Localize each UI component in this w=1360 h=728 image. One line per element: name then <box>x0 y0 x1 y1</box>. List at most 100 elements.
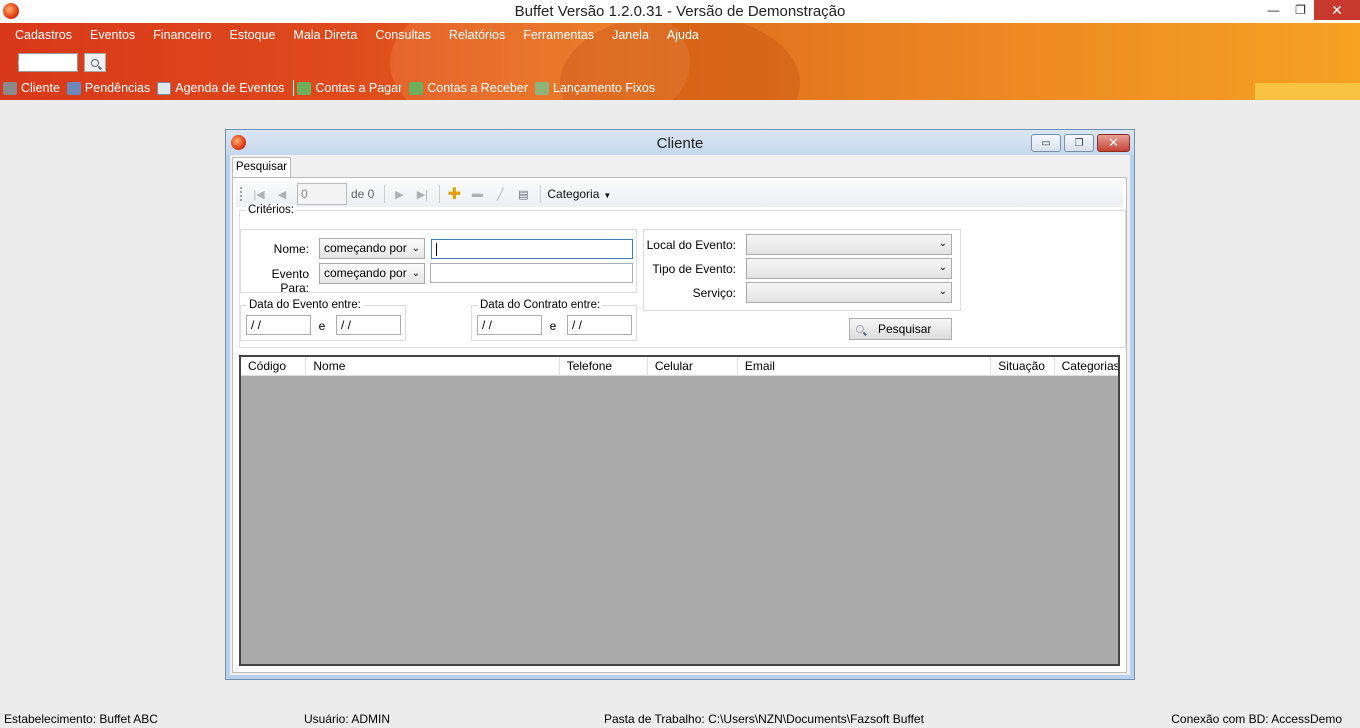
menu-mala-direta[interactable]: Mala Direta <box>284 27 366 43</box>
data-evento-end[interactable]: / / <box>336 315 401 335</box>
record-position-input[interactable]: 0 <box>297 183 347 205</box>
pesquisar-button[interactable]: Pesquisar <box>849 318 952 340</box>
child-minimize-button[interactable]: ▭ <box>1031 134 1061 152</box>
app-title: Buffet Versão 1.2.0.31 - Versão de Demon… <box>514 3 846 20</box>
cliente-window: Cliente ▭ ❐ ✕ Pesquisar |◀ ◀ 0 de 0 ▶ ▶|… <box>225 129 1135 680</box>
money-fixed-icon <box>535 81 549 95</box>
close-button[interactable]: ✕ <box>1314 0 1360 20</box>
column-email[interactable]: Email <box>738 357 992 376</box>
text-caret <box>436 243 437 257</box>
nome-input[interactable] <box>431 239 633 259</box>
data-evento-legend: Data do Evento entre: <box>247 299 363 311</box>
nome-label: Nome: <box>273 242 309 256</box>
cliente-window-titlebar[interactable]: Cliente ▭ ❐ ✕ <box>226 130 1134 155</box>
nome-mode-value: começando por <box>324 241 407 255</box>
status-usuario: Usuário: ADMIN <box>304 712 391 726</box>
cliente-window-title: Cliente <box>656 135 704 152</box>
quick-access-bar: Cliente Pendências Agenda de Eventos Con… <box>3 80 662 96</box>
app-titlebar: Buffet Versão 1.2.0.31 - Versão de Demon… <box>0 0 1360 23</box>
chevron-down-icon: ⌄ <box>411 243 420 254</box>
toolbar-grip[interactable] <box>239 186 243 202</box>
print-icon[interactable]: ▤ <box>513 184 533 204</box>
quick-agenda[interactable]: Agenda de Eventos <box>157 81 284 95</box>
menu-financeiro[interactable]: Financeiro <box>144 27 220 43</box>
people-check-icon <box>66 81 81 95</box>
status-estabelecimento: Estabelecimento: Buffet ABC <box>4 712 158 726</box>
evento-para-label: Evento Para: <box>271 267 309 295</box>
tipo-evento-select[interactable]: ⌄ <box>746 258 952 279</box>
tipo-evento-label: Tipo de Evento: <box>652 262 736 276</box>
child-close-button[interactable]: ✕ <box>1097 134 1130 152</box>
menu-consultas[interactable]: Consultas <box>366 27 440 43</box>
column-codigo[interactable]: Código <box>241 357 307 376</box>
status-conexao: Conexão com BD: AccessDemo <box>1171 712 1342 726</box>
local-evento-select[interactable]: ⌄ <box>746 234 952 255</box>
toolbar-separator <box>439 185 441 203</box>
cliente-quick-search: Cliente: <box>18 53 106 72</box>
pesquisar-button-label: Pesquisar <box>878 322 932 336</box>
quick-contas-pagar-label: Contas a Pagar <box>315 81 403 95</box>
first-record-icon[interactable]: |◀ <box>249 184 269 204</box>
column-celular[interactable]: Celular <box>648 357 738 376</box>
people-icon <box>3 81 17 95</box>
add-icon[interactable]: ✚ <box>444 184 464 204</box>
servico-select[interactable]: ⌄ <box>746 282 952 303</box>
chevron-down-icon: ⌄ <box>411 268 420 279</box>
column-categorias[interactable]: Categorias <box>1055 357 1118 376</box>
column-situacao[interactable]: Situação <box>991 357 1055 376</box>
chevron-down-icon: ⌄ <box>938 238 947 249</box>
quick-lancamento-fixos[interactable]: Lançamento Fixos <box>535 81 655 95</box>
results-grid[interactable]: Código Nome Telefone Celular Email Situa… <box>239 355 1120 666</box>
nome-mode-select[interactable]: começando por ⌄ <box>319 238 425 259</box>
toolbar-separator <box>384 185 386 203</box>
cliente-search-button[interactable] <box>84 53 106 72</box>
data-contrato-legend: Data do Contrato entre: <box>478 299 603 311</box>
edit-icon[interactable]: ╱ <box>490 184 510 204</box>
quick-cliente-label: Cliente <box>21 81 60 95</box>
column-telefone[interactable]: Telefone <box>560 357 648 376</box>
header-band: Cadastros Eventos Financeiro Estoque Mal… <box>0 23 1360 100</box>
delete-icon[interactable]: ▬ <box>467 184 487 204</box>
record-count: de 0 <box>351 187 375 201</box>
child-restore-button[interactable]: ❐ <box>1064 134 1094 152</box>
menu-ferramentas[interactable]: Ferramentas <box>514 27 603 43</box>
quick-pendencias[interactable]: Pendências <box>66 81 150 95</box>
next-record-icon[interactable]: ▶ <box>389 184 409 204</box>
quick-agenda-label: Agenda de Eventos <box>175 81 285 95</box>
menu-estoque[interactable]: Estoque <box>221 27 285 43</box>
criteria-legend: Critérios: <box>246 204 297 216</box>
menu-cadastros[interactable]: Cadastros <box>6 27 81 43</box>
chevron-down-icon: ▼ <box>603 191 612 200</box>
money-in-icon <box>409 81 424 95</box>
categoria-dropdown[interactable]: Categoria ▼ <box>547 187 611 201</box>
evento-para-input[interactable] <box>430 263 633 283</box>
data-evento-start[interactable]: / / <box>246 315 311 335</box>
restore-button[interactable]: ❐ <box>1287 0 1314 20</box>
last-record-icon[interactable]: ▶| <box>412 184 432 204</box>
column-nome[interactable]: Nome <box>306 357 560 376</box>
navigator-toolbar: |◀ ◀ 0 de 0 ▶ ▶| ✚ ▬ ╱ ▤ Categoria ▼ <box>236 181 1123 207</box>
servico-label: Serviço: <box>692 286 736 300</box>
chevron-down-icon: ⌄ <box>938 262 947 273</box>
data-contrato-start[interactable]: / / <box>477 315 542 335</box>
search-icon <box>856 325 864 333</box>
menu-bar: Cadastros Eventos Financeiro Estoque Mal… <box>6 27 708 43</box>
quick-contas-pagar[interactable]: Contas a Pagar <box>297 81 402 95</box>
status-pasta: Pasta de Trabalho: C:\Users\NZN\Document… <box>604 712 924 726</box>
evento-para-mode-value: começando por <box>324 266 407 280</box>
quick-cliente[interactable]: Cliente <box>3 81 60 95</box>
cliente-window-body: Pesquisar |◀ ◀ 0 de 0 ▶ ▶| ✚ ▬ ╱ ▤ Categ… <box>230 155 1130 675</box>
menu-relatorios[interactable]: Relatórios <box>440 27 514 43</box>
quick-contas-receber[interactable]: Contas a Receber <box>409 81 528 95</box>
menu-eventos[interactable]: Eventos <box>81 27 144 43</box>
menu-janela[interactable]: Janela <box>603 27 658 43</box>
data-contrato-end[interactable]: / / <box>567 315 632 335</box>
menu-ajuda[interactable]: Ajuda <box>658 27 708 43</box>
tab-pesquisar[interactable]: Pesquisar <box>232 157 291 178</box>
data-contrato-and: e <box>549 319 557 333</box>
tab-strip: Pesquisar <box>230 155 1130 178</box>
previous-record-icon[interactable]: ◀ <box>272 184 292 204</box>
minimize-button[interactable]: — <box>1260 0 1287 20</box>
evento-para-mode-select[interactable]: começando por ⌄ <box>319 263 425 284</box>
cliente-label: Cliente: <box>18 55 64 70</box>
